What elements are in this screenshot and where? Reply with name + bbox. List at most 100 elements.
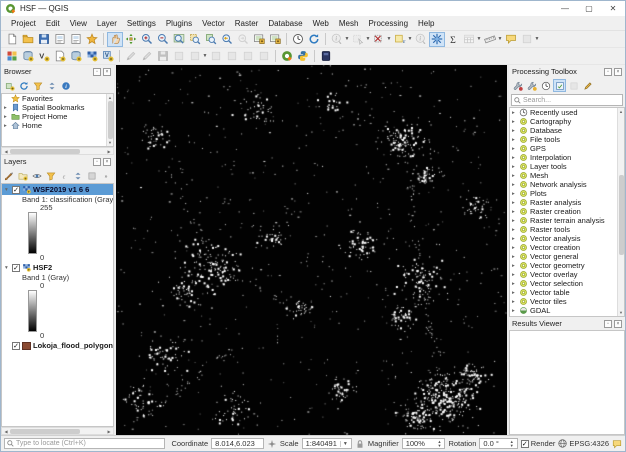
browser-hscrollbar[interactable]: ◀▶ (1, 147, 114, 155)
filter-by-expression-button[interactable]: ε (58, 169, 71, 182)
layer-expand-arrow-icon[interactable]: ▾ (5, 265, 12, 271)
add-raster-layer-button[interactable] (84, 49, 100, 64)
menu-raster[interactable]: Raster (230, 18, 264, 29)
add-virtual-layer-button[interactable]: V (100, 49, 116, 64)
render-checkbox[interactable]: ✓ Render (521, 439, 556, 448)
expand-arrow-icon[interactable]: ▸ (512, 110, 519, 116)
open-layer-styling-button[interactable] (3, 169, 16, 182)
expand-arrow-icon[interactable]: ▸ (512, 263, 519, 269)
crs-indicator[interactable]: EPSG:4326 (558, 439, 609, 448)
menu-layer[interactable]: Layer (92, 18, 122, 29)
expand-arrow-icon[interactable]: ▸ (512, 155, 519, 161)
expand-arrow-icon[interactable]: ▸ (512, 299, 519, 305)
zoom-out-button[interactable] (155, 32, 171, 47)
layer-item-lokoja-flood-polygon[interactable]: ✓Lokoja_flood_polygon (2, 340, 113, 351)
results-undock-icon[interactable]: ▫ (604, 320, 612, 328)
zoom-full-extent-button[interactable] (171, 32, 187, 47)
layout-manager-button[interactable] (68, 32, 84, 47)
collapse-all-button[interactable] (45, 79, 58, 92)
processing-group-gdal[interactable]: ▸GDAL (510, 306, 624, 315)
messages-icon[interactable] (612, 439, 622, 449)
zoom-in-button[interactable] (139, 32, 155, 47)
menu-view[interactable]: View (65, 18, 92, 29)
processing-group-interpolation[interactable]: ▸Interpolation (510, 153, 624, 162)
results-close-icon[interactable]: × (614, 320, 622, 328)
minimize-button[interactable]: — (553, 1, 577, 16)
magnifier-spinbox[interactable]: 100% ▲▼ (402, 438, 446, 449)
expand-collapse-all-button[interactable] (72, 169, 85, 182)
expand-arrow-icon[interactable]: ▸ (512, 236, 519, 242)
layer-item-wsf2019-v1-6-6[interactable]: ▾✓WSF2019 v1 6 6 (2, 184, 113, 195)
menu-processing[interactable]: Processing (363, 18, 413, 29)
expand-arrow-icon[interactable]: ▸ (512, 164, 519, 170)
processing-search-input[interactable]: Search... (511, 94, 623, 106)
refresh-browser-button[interactable] (17, 79, 30, 92)
expand-arrow-icon[interactable]: ▸ (512, 146, 519, 152)
expand-arrow-icon[interactable]: ▸ (512, 173, 519, 179)
scripts-menu-button[interactable] (525, 79, 538, 92)
add-delimited-text-layer-button[interactable]: ,, (52, 49, 68, 64)
layer-visibility-checkbox[interactable]: ✓ (12, 264, 20, 272)
temporal-controller-button[interactable] (290, 32, 306, 47)
layers-undock-icon[interactable]: ▫ (93, 158, 101, 166)
new-map-view-button[interactable] (251, 32, 267, 47)
browser-close-icon[interactable]: × (103, 68, 111, 76)
processing-group-raster-terrain-analysis[interactable]: ▸Raster terrain analysis (510, 216, 624, 225)
browser-item-favorites[interactable]: Favorites (2, 94, 113, 103)
add-selected-layers-button[interactable] (3, 79, 16, 92)
statistics-summary-button[interactable]: Σ (445, 32, 461, 47)
new-print-layout-button[interactable] (52, 32, 68, 47)
locator-input[interactable]: Type to locate (Ctrl+K) (4, 438, 165, 449)
history-button[interactable] (539, 79, 552, 92)
add-spatialite-layer-button[interactable] (68, 49, 84, 64)
refresh-map-button[interactable] (306, 32, 322, 47)
menu-edit[interactable]: Edit (41, 18, 65, 29)
select-by-expression-button[interactable]: ε (392, 32, 408, 47)
processing-group-gps[interactable]: ▸GPS (510, 144, 624, 153)
zoom-last-button[interactable] (219, 32, 235, 47)
manage-map-themes-button[interactable] (31, 169, 44, 182)
processing-group-recently-used[interactable]: ▸Recently used (510, 108, 624, 117)
browser-vscrollbar[interactable]: ▲▼ (106, 94, 113, 146)
processing-group-raster-tools[interactable]: ▸Raster tools (510, 225, 624, 234)
expand-arrow-icon[interactable]: ▸ (512, 272, 519, 278)
expand-arrow-icon[interactable]: ▸ (512, 200, 519, 206)
processing-toolbox-toggle-button[interactable] (429, 32, 445, 47)
expand-arrow-icon[interactable]: ▸ (512, 317, 519, 318)
processing-group-vector-creation[interactable]: ▸Vector creation (510, 243, 624, 252)
layers-hscrollbar[interactable]: ◀▶ (1, 427, 114, 435)
processing-group-plots[interactable]: ▸Plots (510, 189, 624, 198)
expand-arrow-icon[interactable]: ▸ (512, 137, 519, 143)
expand-arrow-icon[interactable]: ▸ (512, 191, 519, 197)
expand-arrow-icon[interactable]: ▸ (512, 209, 519, 215)
expand-arrow-icon[interactable]: ▸ (512, 218, 519, 224)
menu-project[interactable]: Project (6, 18, 41, 29)
menu-web[interactable]: Web (308, 18, 334, 29)
menu-database[interactable]: Database (263, 18, 307, 29)
extents-icon[interactable] (267, 439, 277, 449)
processing-group-vector-geometry[interactable]: ▸Vector geometry (510, 261, 624, 270)
rotation-spin-icons[interactable]: ▲▼ (510, 440, 514, 448)
deselect-features-button[interactable] (371, 32, 387, 47)
expand-arrow-icon[interactable]: ▸ (512, 290, 519, 296)
processing-group-vector-table[interactable]: ▸Vector table (510, 288, 624, 297)
expand-arrow-icon[interactable]: ▸ (512, 227, 519, 233)
expand-arrow-icon[interactable]: ▸ (512, 308, 519, 314)
processing-group-mesh[interactable]: ▸Mesh (510, 171, 624, 180)
processing-group-raster-creation[interactable]: ▸Raster creation (510, 207, 624, 216)
processing-undock-icon[interactable]: ▫ (604, 68, 612, 76)
processing-group-cartography[interactable]: ▸Cartography (510, 117, 624, 126)
add-group-button[interactable] (17, 169, 30, 182)
layer-visibility-checkbox[interactable]: ✓ (12, 186, 20, 194)
layer-expand-arrow-icon[interactable]: ▾ (5, 187, 12, 193)
menu-vector[interactable]: Vector (197, 18, 230, 29)
menu-help[interactable]: Help (413, 18, 439, 29)
processing-group-network-analysis[interactable]: ▸Network analysis (510, 180, 624, 189)
rotation-spinbox[interactable]: 0.0 ° ▲▼ (479, 438, 517, 449)
processing-group-vector-analysis[interactable]: ▸Vector analysis (510, 234, 624, 243)
browser-undock-icon[interactable]: ▫ (93, 68, 101, 76)
data-source-manager-button[interactable] (4, 49, 20, 64)
overflow-button[interactable]: » (99, 169, 112, 182)
results-viewer-toggle-button[interactable] (553, 79, 566, 92)
maximize-button[interactable]: ▢ (577, 1, 601, 16)
